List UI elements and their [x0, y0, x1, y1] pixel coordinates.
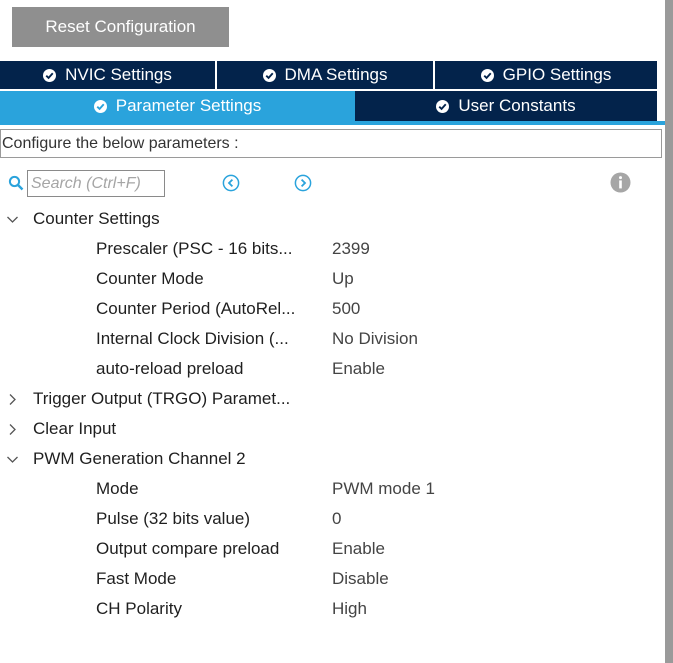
- group-trigger-output[interactable]: Trigger Output (TRGO) Paramet...: [0, 384, 660, 414]
- param-row[interactable]: Counter Period (AutoRel... 500: [0, 294, 660, 324]
- param-name: Output compare preload: [96, 539, 280, 558]
- param-value[interactable]: Enable: [332, 354, 385, 384]
- chevron-left-circle-icon[interactable]: [222, 174, 240, 192]
- configure-header: Configure the below parameters :: [0, 129, 662, 158]
- param-name: Mode: [96, 479, 139, 498]
- group-counter-settings[interactable]: Counter Settings: [0, 204, 660, 234]
- param-name: CH Polarity: [96, 599, 182, 618]
- search-bar: [0, 169, 660, 197]
- param-value[interactable]: Disable: [332, 564, 389, 594]
- check-circle-icon: [43, 68, 57, 82]
- parameter-panel: Reset Configuration NVIC Settings DMA Se…: [0, 0, 673, 663]
- param-name: Counter Period (AutoRel...: [96, 299, 296, 318]
- group-pwm-generation-channel-2[interactable]: PWM Generation Channel 2: [0, 444, 660, 474]
- tab-label: Parameter Settings: [115, 96, 262, 115]
- tab-nvic-settings[interactable]: NVIC Settings: [0, 61, 217, 89]
- search-input[interactable]: [27, 170, 165, 197]
- tab-label: DMA Settings: [284, 65, 388, 84]
- reset-configuration-button[interactable]: Reset Configuration: [12, 7, 229, 47]
- param-row[interactable]: CH Polarity High: [0, 594, 660, 624]
- chevron-down-icon[interactable]: [6, 213, 19, 226]
- tab-dma-settings[interactable]: DMA Settings: [217, 61, 435, 89]
- group-label: Trigger Output (TRGO) Paramet...: [33, 389, 291, 408]
- check-circle-icon: [436, 99, 450, 113]
- parameter-tree: Counter Settings Prescaler (PSC - 16 bit…: [0, 204, 660, 624]
- param-row[interactable]: Counter Mode Up: [0, 264, 660, 294]
- param-value[interactable]: 500: [332, 294, 360, 324]
- check-circle-icon: [262, 68, 276, 82]
- info-icon[interactable]: [610, 172, 631, 193]
- scrollbar[interactable]: [665, 0, 673, 663]
- param-name: Prescaler (PSC - 16 bits...: [96, 239, 293, 258]
- tab-bar-row-2: Parameter Settings User Constants: [0, 91, 657, 121]
- param-row[interactable]: Internal Clock Division (... No Division: [0, 324, 660, 354]
- chevron-right-icon[interactable]: [6, 393, 19, 406]
- param-value[interactable]: 2399: [332, 234, 370, 264]
- tab-user-constants[interactable]: User Constants: [355, 91, 657, 121]
- param-name: Pulse (32 bits value): [96, 509, 251, 528]
- param-value[interactable]: 0: [332, 504, 341, 534]
- group-clear-input[interactable]: Clear Input: [0, 414, 660, 444]
- tab-label: GPIO Settings: [502, 65, 612, 84]
- tab-underline: [0, 121, 665, 125]
- group-label: Counter Settings: [33, 209, 160, 228]
- tab-label: NVIC Settings: [65, 65, 172, 84]
- check-circle-icon: [93, 99, 107, 113]
- tab-gpio-settings[interactable]: GPIO Settings: [435, 61, 657, 89]
- param-row[interactable]: Pulse (32 bits value) 0: [0, 504, 660, 534]
- param-value[interactable]: Up: [332, 264, 354, 294]
- param-value[interactable]: High: [332, 594, 367, 624]
- param-name: Fast Mode: [96, 569, 177, 588]
- param-name: Internal Clock Division (...: [96, 329, 289, 348]
- group-label: PWM Generation Channel 2: [33, 449, 246, 468]
- param-row[interactable]: Output compare preload Enable: [0, 534, 660, 564]
- param-value[interactable]: No Division: [332, 324, 418, 354]
- group-label: Clear Input: [33, 419, 117, 438]
- param-name: auto-reload preload: [96, 359, 244, 378]
- check-circle-icon: [480, 68, 494, 82]
- tab-bar-row-1: NVIC Settings DMA Settings GPIO Settings: [0, 61, 657, 89]
- param-value[interactable]: PWM mode 1: [332, 474, 435, 504]
- param-row[interactable]: Prescaler (PSC - 16 bits... 2399: [0, 234, 660, 264]
- param-row[interactable]: Fast Mode Disable: [0, 564, 660, 594]
- param-name: Counter Mode: [96, 269, 204, 288]
- chevron-down-icon[interactable]: [6, 453, 19, 466]
- chevron-right-icon[interactable]: [6, 423, 19, 436]
- param-row[interactable]: Mode PWM mode 1: [0, 474, 660, 504]
- chevron-right-circle-icon[interactable]: [294, 174, 312, 192]
- param-value[interactable]: Enable: [332, 534, 385, 564]
- tab-label: User Constants: [458, 96, 576, 115]
- param-row[interactable]: auto-reload preload Enable: [0, 354, 660, 384]
- search-icon[interactable]: [8, 175, 24, 191]
- tab-parameter-settings[interactable]: Parameter Settings: [0, 91, 355, 121]
